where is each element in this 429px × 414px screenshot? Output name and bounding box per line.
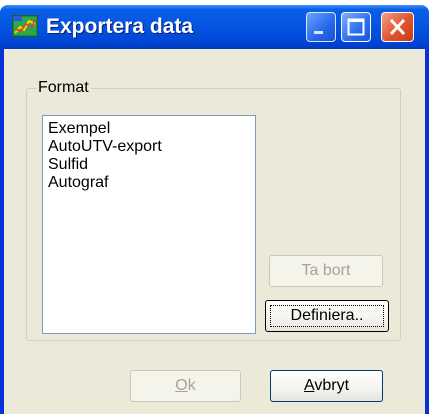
close-icon [389,18,406,36]
ok-mnemonic: O [175,377,188,394]
minimize-button[interactable] [306,12,336,42]
ok-button-label: Ok [175,377,196,394]
remove-button[interactable]: Ta bort [269,255,383,287]
list-item[interactable]: Sulfid [43,156,255,174]
focus-rectangle [270,305,384,327]
maximize-icon [347,18,365,36]
close-button[interactable] [381,12,414,42]
ok-button[interactable]: Ok [130,370,241,402]
list-item[interactable]: Autograf [43,174,255,192]
cancel-button[interactable]: Avbryt [270,370,383,402]
minimize-icon [314,31,323,34]
cancel-button-label: Avbryt [303,377,350,394]
dialog-client-area: Format Exempel AutoUTV-export Sulfid Aut… [4,49,425,414]
title-bar[interactable]: Exportera data [0,5,429,49]
define-button[interactable]: Definiera.. [265,300,389,332]
window-title: Exportera data [46,15,194,38]
export-data-dialog: Exportera data Format Exempel AutoUTV-ex… [0,5,429,414]
list-item[interactable]: Exempel [43,120,255,138]
format-listbox[interactable]: Exempel AutoUTV-export Sulfid Autograf [42,115,256,334]
remove-button-label: Ta bort [301,262,351,279]
app-chart-icon [11,14,39,38]
cancel-mnemonic: A [303,377,315,394]
maximize-button[interactable] [341,12,371,42]
list-item[interactable]: AutoUTV-export [43,138,255,156]
format-group-label: Format [36,78,91,98]
